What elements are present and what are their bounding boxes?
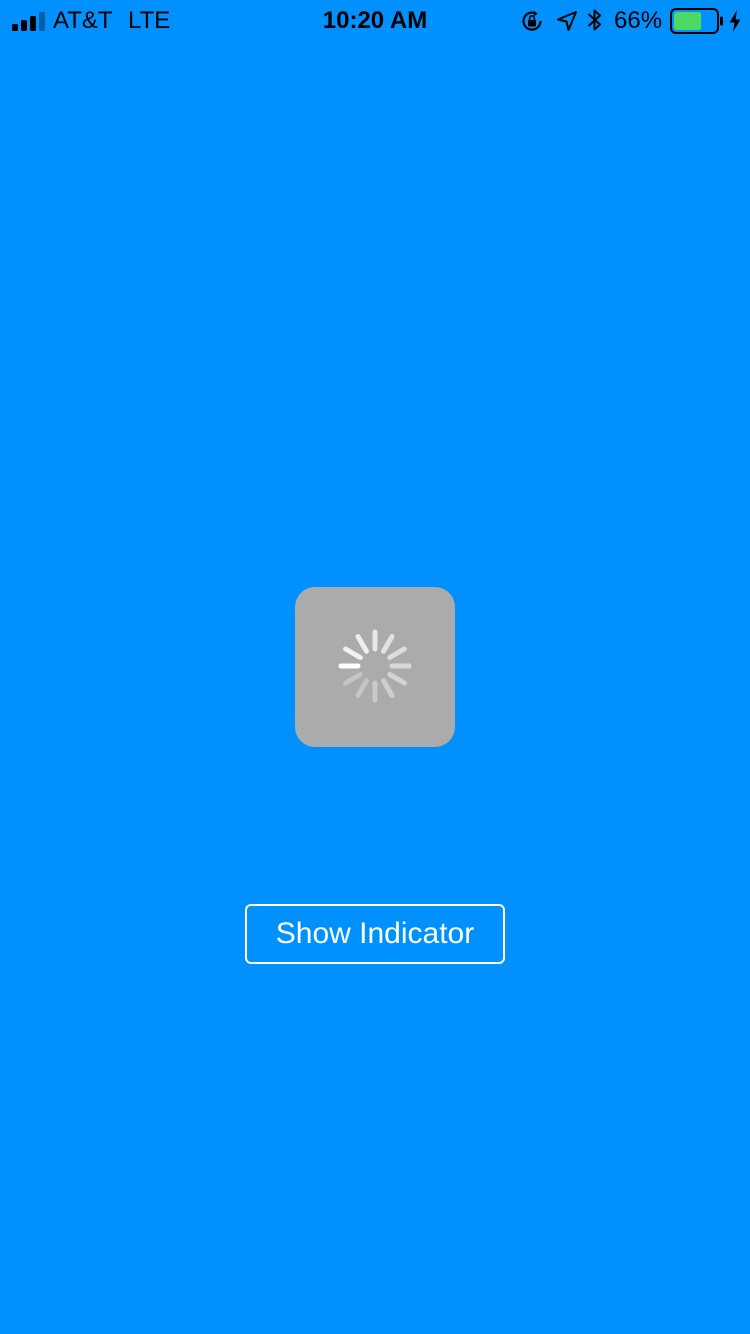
bluetooth-icon (588, 9, 601, 31)
spinner-spoke (355, 678, 369, 698)
spinner-spoke (387, 672, 407, 686)
spinner-spoke (387, 646, 407, 660)
spinner-spoke (381, 678, 395, 698)
charging-bolt-icon (729, 10, 741, 32)
spinner-spoke (343, 672, 363, 686)
spinner-spoke (381, 634, 395, 654)
spinner-spoke (355, 634, 369, 654)
show-indicator-button[interactable]: Show Indicator (245, 904, 505, 964)
location-arrow-icon (557, 11, 577, 31)
battery-percentage: 66% (614, 7, 663, 34)
battery-icon (670, 8, 723, 34)
status-bar: AT&T LTE 10:20 AM 66% (0, 0, 750, 40)
rotation-lock-icon (522, 10, 542, 31)
loading-hud (295, 587, 455, 747)
activity-spinner-icon (338, 629, 412, 703)
spinner-spoke (343, 646, 363, 660)
